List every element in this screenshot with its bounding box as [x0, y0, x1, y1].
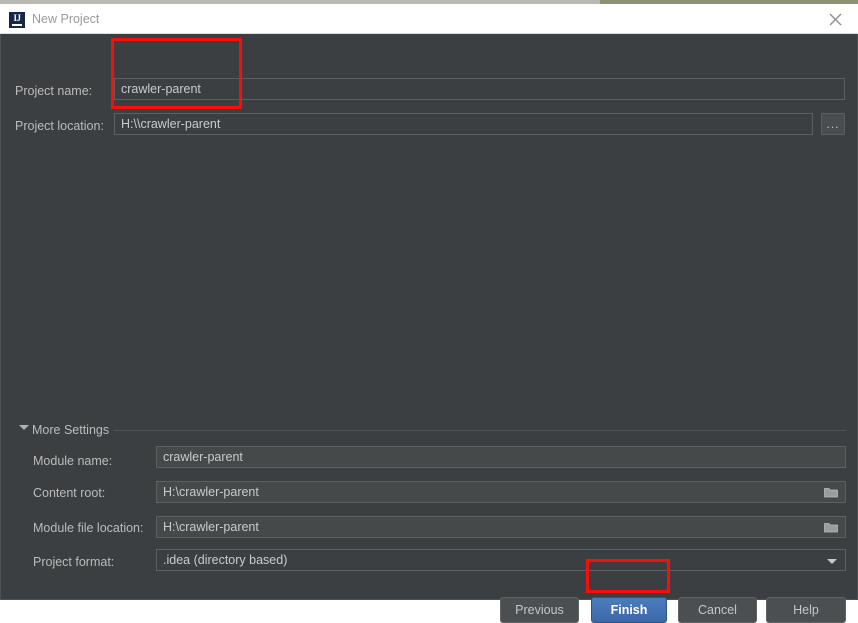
title-bar: IJ New Project — [0, 4, 858, 34]
project-location-browse-button[interactable]: ... — [821, 113, 845, 135]
folder-icon[interactable] — [823, 520, 839, 534]
project-name-input[interactable]: crawler-parent — [114, 78, 845, 100]
folder-icon[interactable] — [823, 485, 839, 499]
project-location-label: Project location: — [15, 119, 104, 133]
module-name-label: Module name: — [33, 454, 113, 468]
content-root-label: Content root: — [33, 486, 106, 500]
module-name-input[interactable]: crawler-parent — [156, 446, 846, 468]
window-title: New Project — [32, 12, 100, 26]
close-icon[interactable] — [812, 4, 858, 34]
cancel-button[interactable]: Cancel — [678, 597, 757, 623]
previous-button[interactable]: Previous — [500, 597, 579, 623]
content-root-input[interactable]: H:\crawler-parent — [156, 481, 846, 503]
module-file-location-input[interactable]: H:\crawler-parent — [156, 516, 846, 538]
ellipsis-browse-icon: ... — [826, 117, 840, 131]
intellij-idea-icon: IJ — [9, 12, 25, 28]
new-project-dialog: IJ New Project Project name: crawler-par… — [0, 0, 858, 623]
dialog-content: Project name: crawler-parent Project loc… — [0, 34, 858, 623]
module-file-location-label: Module file location: — [33, 521, 144, 535]
project-format-select[interactable]: .idea (directory based) — [156, 549, 846, 571]
help-button[interactable]: Help — [766, 597, 846, 623]
more-settings-separator — [113, 430, 846, 431]
finish-button[interactable]: Finish — [591, 597, 667, 623]
project-format-value: .idea (directory based) — [163, 553, 288, 567]
project-format-label: Project format: — [33, 555, 115, 569]
chevron-down-icon — [827, 559, 837, 564]
project-name-label: Project name: — [15, 84, 93, 98]
chevron-down-icon[interactable] — [19, 425, 29, 430]
more-settings-label[interactable]: More Settings — [32, 422, 109, 438]
project-location-input[interactable]: H:\\crawler-parent — [114, 113, 813, 135]
